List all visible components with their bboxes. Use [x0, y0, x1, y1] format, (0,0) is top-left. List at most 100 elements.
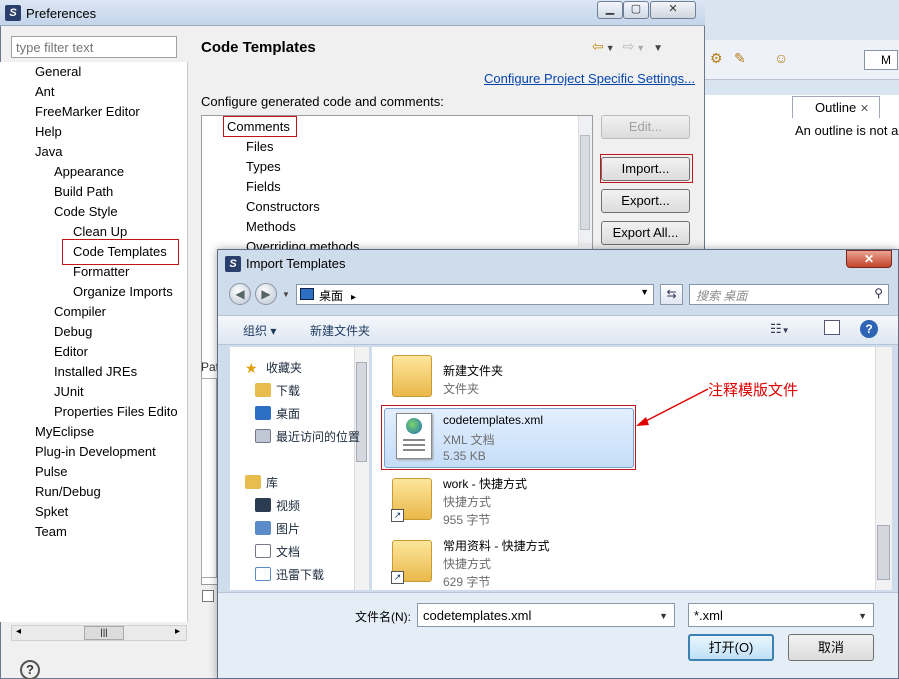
forward-arrow-icon[interactable]: ⇨: [623, 38, 637, 54]
file-name: 常用资料 - 快捷方式: [443, 539, 550, 553]
tree-horizontal-scrollbar[interactable]: ◂ ||| ▸: [11, 625, 187, 641]
back-arrow-icon[interactable]: ⇦: [592, 38, 606, 54]
view-menu-icon[interactable]: ▼: [653, 43, 665, 54]
pref-tree-item[interactable]: Organize Imports: [73, 284, 173, 299]
pref-tree-item[interactable]: Plug-in Development: [35, 444, 156, 459]
search-icon[interactable]: ⚲: [874, 286, 883, 300]
person-icon[interactable]: ☺: [774, 50, 788, 66]
cancel-button[interactable]: 取消: [788, 634, 874, 661]
pref-tree-item[interactable]: Code Style: [54, 204, 118, 219]
template-tree-item[interactable]: Files: [246, 139, 273, 154]
pref-tree-item[interactable]: Java: [35, 144, 62, 159]
pref-tree-item[interactable]: General: [35, 64, 81, 79]
breadcrumb-arrow-icon[interactable]: ▸: [351, 292, 356, 303]
filetype-select[interactable]: *.xml ▼: [688, 603, 874, 627]
pref-tree-item[interactable]: Appearance: [54, 164, 124, 179]
template-tree-item[interactable]: Types: [246, 159, 281, 174]
pref-tree-item[interactable]: Compiler: [54, 304, 106, 319]
history-dropdown-icon[interactable]: ▼: [282, 290, 290, 299]
help-icon[interactable]: ?: [20, 660, 40, 679]
pref-tree-item[interactable]: JUnit: [54, 384, 84, 399]
view-options-icon[interactable]: ☷▼: [770, 321, 790, 337]
nav-favorites[interactable]: ★ 收藏夹: [245, 359, 302, 376]
nav-pictures[interactable]: 图片: [255, 520, 300, 537]
address-bar[interactable]: 桌面 ▸ ▼: [296, 284, 654, 305]
xml-file-icon: [396, 413, 432, 459]
template-tree-item[interactable]: Fields: [246, 179, 281, 194]
help-icon[interactable]: ?: [860, 320, 878, 338]
pref-tree-item[interactable]: Properties Files Edito: [54, 404, 178, 419]
pref-tree-item[interactable]: Run/Debug: [35, 484, 101, 499]
minimize-button[interactable]: ▁: [597, 1, 623, 19]
close-button[interactable]: ✕: [650, 1, 696, 19]
navigation-arrows[interactable]: ⇦▼ ⇨▼ ▼: [592, 38, 665, 55]
nav-documents[interactable]: 文档: [255, 543, 300, 560]
file-list-scroll-thumb[interactable]: [877, 525, 890, 580]
preview-pane-icon[interactable]: [824, 320, 840, 335]
back-icon[interactable]: ◀: [229, 283, 251, 305]
templates-scroll-thumb[interactable]: [580, 135, 590, 230]
desktop-icon: [300, 288, 314, 300]
perspective-button[interactable]: M: [864, 50, 898, 70]
open-button[interactable]: 打开(O): [688, 634, 774, 661]
dialog-close-button[interactable]: ✕: [846, 250, 892, 268]
pref-tree-item[interactable]: Help: [35, 124, 62, 139]
template-tree-item[interactable]: Constructors: [246, 199, 320, 214]
pref-tree-item[interactable]: Spket: [35, 504, 68, 519]
new-folder-button[interactable]: 新建文件夹: [310, 322, 370, 339]
library-icon: [245, 475, 261, 489]
pattern-textarea[interactable]: [201, 378, 217, 578]
toolbar-icon[interactable]: ⚙: [710, 50, 723, 67]
pattern-checkbox[interactable]: [202, 590, 214, 602]
pref-tree-item[interactable]: Debug: [54, 324, 92, 339]
nav-libraries[interactable]: 库: [245, 474, 278, 491]
preferences-tree[interactable]: General Ant FreeMarker Editor Help Java Appea…: [0, 62, 188, 622]
refresh-button[interactable]: ⇆: [660, 284, 683, 305]
file-name: 新建文件夹: [443, 364, 504, 378]
scroll-right-icon[interactable]: ▸: [175, 626, 180, 637]
pref-tree-item[interactable]: Clean Up: [73, 224, 127, 239]
pref-tree-item[interactable]: Editor: [54, 344, 88, 359]
file-size: 5.35 KB: [443, 449, 486, 463]
pref-tree-item[interactable]: Team: [35, 524, 67, 539]
chevron-down-icon[interactable]: ▼: [858, 611, 867, 621]
outline-tab[interactable]: Outline ✕: [792, 96, 880, 118]
pref-tree-item[interactable]: Formatter: [73, 264, 129, 279]
export-button[interactable]: Export...: [601, 189, 690, 213]
video-icon: [255, 498, 271, 512]
nav-desktop[interactable]: 桌面: [255, 405, 300, 422]
outline-tab-label: Outline: [815, 100, 857, 115]
pref-tree-item[interactable]: Build Path: [54, 184, 113, 199]
nav-videos[interactable]: 视频: [255, 497, 300, 514]
filename-input[interactable]: codetemplates.xml ▼: [417, 603, 675, 627]
pref-tree-item[interactable]: Pulse: [35, 464, 68, 479]
export-all-button[interactable]: Export All...: [601, 221, 690, 245]
filter-input[interactable]: [11, 36, 177, 58]
pref-tree-item[interactable]: MyEclipse: [35, 424, 94, 439]
wand-icon[interactable]: ✎: [734, 50, 746, 67]
globe-icon: [406, 418, 422, 434]
nav-recent[interactable]: 最近访问的位置: [255, 428, 360, 445]
forward-icon[interactable]: ▶: [255, 283, 277, 305]
pref-tree-item[interactable]: FreeMarker Editor: [35, 104, 140, 119]
navigation-scroll-thumb[interactable]: [356, 362, 367, 462]
nav-downloads[interactable]: 下载: [255, 382, 300, 399]
configure-project-settings-link[interactable]: Configure Project Specific Settings...: [484, 71, 695, 86]
pref-tree-item[interactable]: Installed JREs: [54, 364, 137, 379]
filetype-value: *.xml: [694, 608, 723, 623]
back-dropdown-icon[interactable]: ▼: [606, 43, 617, 53]
maximize-button[interactable]: ▢: [623, 1, 649, 19]
scroll-thumb[interactable]: |||: [84, 626, 124, 640]
forward-dropdown-icon[interactable]: ▼: [636, 43, 647, 53]
close-icon[interactable]: ✕: [860, 103, 869, 115]
organize-menu[interactable]: 组织 ▾: [243, 322, 276, 339]
address-dropdown-icon[interactable]: ▼: [640, 287, 649, 297]
nav-label: 收藏夹: [266, 361, 303, 375]
search-input[interactable]: 搜索 桌面 ⚲: [689, 284, 889, 305]
template-tree-item[interactable]: Methods: [246, 219, 296, 234]
edit-button[interactable]: Edit...: [601, 115, 690, 139]
pref-tree-item[interactable]: Ant: [35, 84, 55, 99]
chevron-down-icon[interactable]: ▼: [659, 611, 668, 621]
scroll-left-icon[interactable]: ◂: [16, 626, 21, 637]
nav-xunlei[interactable]: 迅雷下载: [255, 566, 324, 583]
